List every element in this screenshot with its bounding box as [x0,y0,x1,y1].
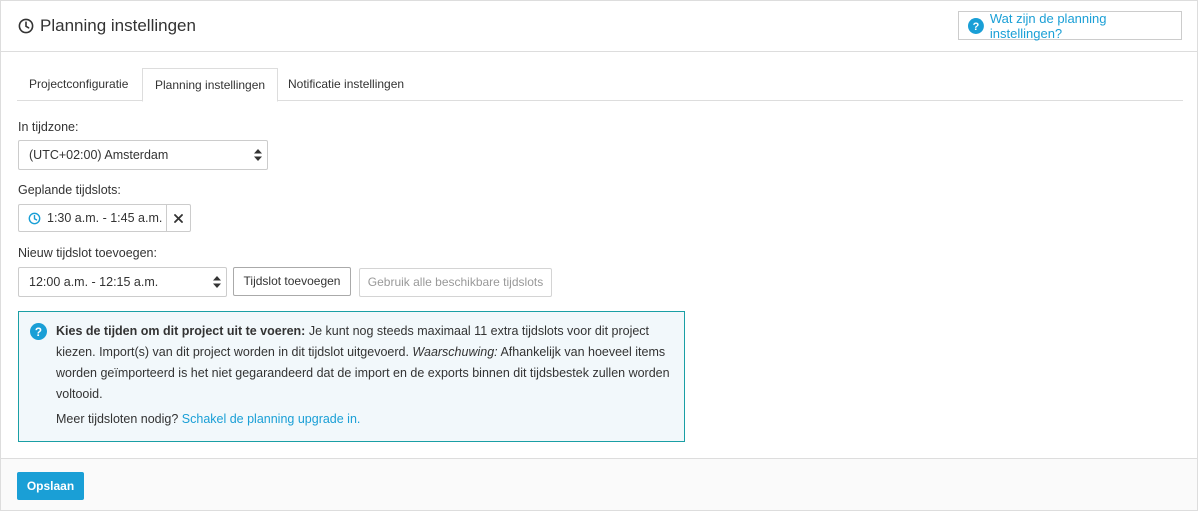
save-button[interactable]: Opslaan [17,472,84,500]
info-heading: Kies de tijden om dit project uit te voe… [56,324,306,338]
svg-text:?: ? [973,21,980,33]
new-slot-select-value: 12:00 a.m. - 12:15 a.m. [29,275,159,289]
new-slot-label: Nieuw tijdslot toevoegen: [18,246,157,260]
help-button[interactable]: ? Wat zijn de planning instellingen? [958,10,1182,41]
tab-bar: Projectconfiguratie Planning instellinge… [17,68,1183,102]
page-title-text: Planning instellingen [40,16,196,35]
info-box: ? Kies de tijden om dit project uit te v… [18,311,685,442]
panel-footer: Opslaan [1,458,1197,510]
scheduled-slot-value: 1:30 a.m. - 1:45 a.m. [19,205,167,231]
timezone-label: In tijdzone: [18,120,79,134]
clock-icon [28,212,41,224]
page-title: Planning instellingen [18,16,196,36]
new-slot-select[interactable]: 12:00 a.m. - 12:15 a.m. [18,267,227,297]
info-more: Meer tijdsloten nodig? Schakel de planni… [56,412,360,426]
timezone-select-value: (UTC+02:00) Amsterdam [29,148,169,162]
help-button-label: Wat zijn de planning instellingen? [989,10,1107,41]
panel-header: Planning instellingen ? Wat zijn de plan… [1,1,1197,52]
scheduled-slots-label: Geplande tijdslots: [18,183,121,197]
svg-text:?: ? [35,326,42,339]
sort-arrows-icon [254,149,262,161]
add-slot-button[interactable]: Tijdslot toevoegen [233,267,351,296]
info-more-text: Meer tijdsloten nodig? [56,412,182,426]
question-circle-icon: ? [968,17,984,34]
remove-slot-button[interactable] [167,205,190,231]
timezone-select[interactable]: (UTC+02:00) Amsterdam [18,140,268,170]
info-warning: Waarschuwing: [412,345,498,359]
info-text: Kies de tijden om dit project uit te voe… [56,321,676,405]
scheduled-slot: 1:30 a.m. - 1:45 a.m. [18,204,191,232]
tab-projectconfiguratie[interactable]: Projectconfiguratie [17,68,140,101]
scheduled-slot-text: 1:30 a.m. - 1:45 a.m. [47,211,163,225]
clock-icon [18,18,34,34]
sort-arrows-icon [213,276,221,288]
tab-notificatie-instellingen[interactable]: Notificatie instellingen [276,68,416,101]
question-circle-icon: ? [30,323,47,340]
tab-planning-instellingen[interactable]: Planning instellingen [142,68,279,102]
settings-panel: Planning instellingen ? Wat zijn de plan… [0,0,1198,511]
upgrade-link[interactable]: Schakel de planning upgrade in. [182,412,361,426]
close-icon [174,213,183,223]
use-all-slots-button[interactable]: Gebruik alle beschikbare tijdslots [359,268,552,297]
